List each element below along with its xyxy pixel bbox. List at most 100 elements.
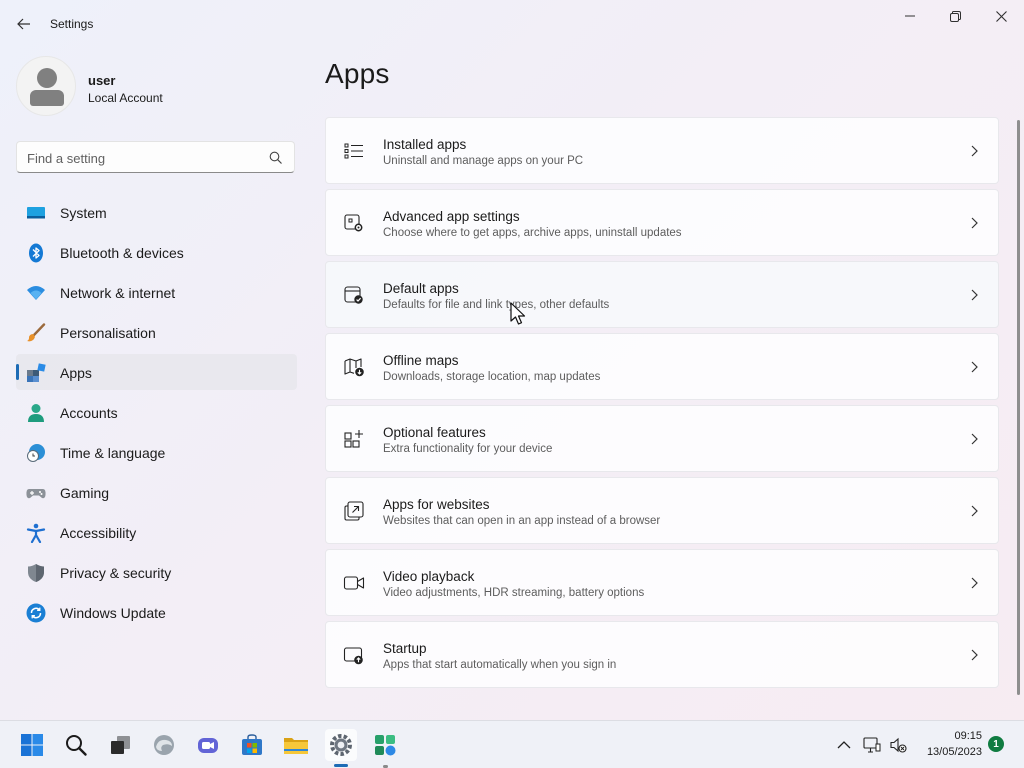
back-button[interactable] <box>10 10 38 38</box>
card-description: Downloads, storage location, map updates <box>383 371 601 383</box>
sidebar-item-personalisation[interactable]: Personalisation <box>16 314 297 350</box>
card-description: Websites that can open in an app instead… <box>383 515 661 527</box>
page-title: Apps <box>325 58 390 89</box>
start-icon <box>21 734 43 756</box>
back-arrow-icon <box>17 18 30 30</box>
sidebar-item-system[interactable]: System <box>16 194 297 230</box>
sidebar-item-label: Privacy & security <box>60 565 172 581</box>
chevron-right-icon <box>971 505 978 517</box>
sidebar-item-privacy[interactable]: Privacy & security <box>16 554 297 590</box>
minimize-button[interactable] <box>887 4 933 28</box>
settings-card-list: Installed apps Uninstall and manage apps… <box>325 117 999 693</box>
user-profile[interactable]: user Local Account <box>16 56 296 118</box>
file-explorer-icon <box>284 738 308 754</box>
card-startup[interactable]: Startup Apps that start automatically wh… <box>325 621 999 688</box>
card-description: Uninstall and manage apps on your PC <box>383 155 584 167</box>
scrollbar[interactable] <box>1017 120 1020 695</box>
sidebar-nav: System Bluetooth & devices Network & int… <box>16 194 297 634</box>
volume-muted-icon[interactable] <box>888 735 908 755</box>
card-description: Choose where to get apps, archive apps, … <box>383 227 682 239</box>
app-title: Settings <box>50 17 94 31</box>
taskbar-file-explorer[interactable] <box>280 729 312 761</box>
sidebar-item-label: Gaming <box>60 485 110 501</box>
add-grid-icon <box>344 430 363 448</box>
map-download-icon <box>344 358 364 377</box>
close-button[interactable] <box>978 4 1024 28</box>
clock-date[interactable]: 13/05/2023 <box>914 746 982 758</box>
app-settings-icon <box>344 214 363 232</box>
chevron-right-icon <box>971 433 978 445</box>
chevron-up-icon[interactable] <box>834 735 854 755</box>
card-optional-features[interactable]: Optional features Extra functionality fo… <box>325 405 999 472</box>
sidebar-item-network[interactable]: Network & internet <box>16 274 297 310</box>
sidebar-item-label: Accounts <box>60 405 118 421</box>
sidebar-item-label: Apps <box>60 365 92 381</box>
avatar <box>16 56 76 116</box>
store-icon <box>242 734 262 755</box>
restore-button[interactable] <box>932 4 978 28</box>
globe-clock-icon <box>27 444 45 462</box>
card-title: Offline maps <box>383 353 459 368</box>
sidebar-item-accessibility[interactable]: Accessibility <box>16 514 297 550</box>
apps-icon <box>27 363 46 382</box>
active-app-indicator <box>334 764 348 767</box>
sidebar-item-label: Time & language <box>60 445 166 461</box>
teams-icon <box>198 738 218 753</box>
bluetooth-icon <box>29 243 43 263</box>
taskbar-store[interactable] <box>236 729 268 761</box>
chevron-right-icon <box>971 145 978 157</box>
sidebar-item-label: Accessibility <box>60 525 137 541</box>
taskbar-teams[interactable] <box>192 729 224 761</box>
card-title: Startup <box>383 641 427 656</box>
wifi-icon <box>27 286 45 300</box>
video-icon <box>343 576 365 590</box>
close-icon <box>995 10 1007 22</box>
card-title: Optional features <box>383 425 486 440</box>
sidebar-item-gaming[interactable]: Gaming <box>16 474 297 510</box>
taskbar-search[interactable] <box>60 729 92 761</box>
task-view-icon <box>111 736 130 754</box>
startup-icon <box>343 647 363 665</box>
taskbar-settings[interactable] <box>325 729 357 761</box>
chevron-right-icon <box>971 649 978 661</box>
search-icon[interactable] <box>268 150 284 166</box>
brush-icon <box>27 323 46 342</box>
card-apps-for-websites[interactable]: Apps for websites Websites that can open… <box>325 477 999 544</box>
card-description: Apps that start automatically when you s… <box>383 659 617 671</box>
network-icon[interactable] <box>862 735 882 755</box>
taskbar-task-view[interactable] <box>104 729 136 761</box>
notification-badge[interactable]: 1 <box>988 736 1004 752</box>
sidebar-item-apps[interactable]: Apps <box>16 354 297 390</box>
sidebar-item-time-language[interactable]: Time & language <box>16 434 297 470</box>
mouse-cursor-icon <box>510 302 526 325</box>
card-advanced-app-settings[interactable]: Advanced app settings Choose where to ge… <box>325 189 999 256</box>
update-icon <box>26 603 46 623</box>
taskbar-app[interactable] <box>369 729 401 761</box>
search-box[interactable] <box>16 141 295 173</box>
gamepad-icon <box>26 489 46 499</box>
taskbar-start[interactable] <box>16 729 48 761</box>
search-input[interactable] <box>27 149 257 167</box>
profile-account-type: Local Account <box>88 91 163 105</box>
card-video-playback[interactable]: Video playback Video adjustments, HDR st… <box>325 549 999 616</box>
card-title: Default apps <box>383 281 459 296</box>
list-icon <box>344 143 363 159</box>
card-title: Installed apps <box>383 137 467 152</box>
clock-time[interactable]: 09:15 <box>930 730 982 742</box>
card-installed-apps[interactable]: Installed apps Uninstall and manage apps… <box>325 117 999 184</box>
search-icon <box>66 735 87 756</box>
sidebar-item-bluetooth[interactable]: Bluetooth & devices <box>16 234 297 270</box>
sidebar-item-label: System <box>60 205 107 221</box>
settings-icon <box>330 734 352 756</box>
taskbar-edge[interactable] <box>148 729 180 761</box>
chevron-right-icon <box>971 361 978 373</box>
card-default-apps[interactable]: Default apps Defaults for file and link … <box>325 261 999 328</box>
sidebar-item-accounts[interactable]: Accounts <box>16 394 297 430</box>
accounts-icon <box>28 404 44 422</box>
sidebar-item-label: Network & internet <box>60 285 176 301</box>
card-description: Video adjustments, HDR streaming, batter… <box>383 587 645 599</box>
shield-icon <box>28 564 44 582</box>
card-offline-maps[interactable]: Offline maps Downloads, storage location… <box>325 333 999 400</box>
card-description: Extra functionality for your device <box>383 443 553 455</box>
sidebar-item-windows-update[interactable]: Windows Update <box>16 594 297 630</box>
